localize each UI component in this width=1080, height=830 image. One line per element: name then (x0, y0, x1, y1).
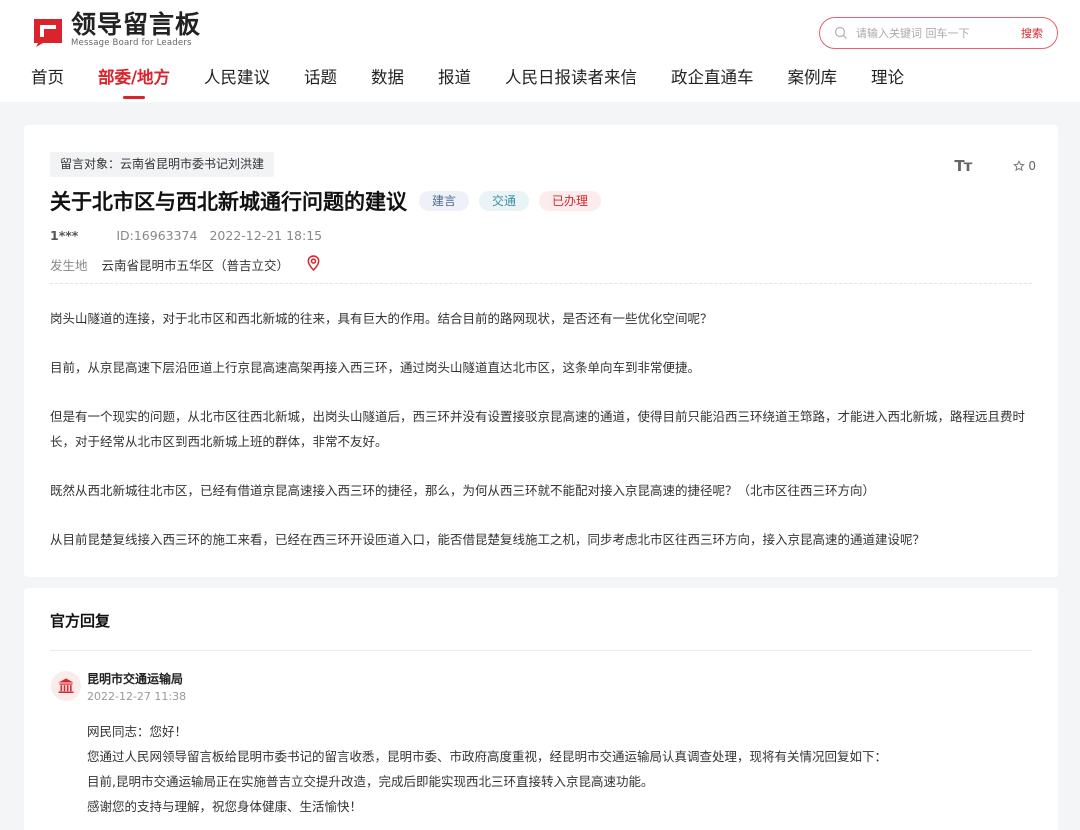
reply-line: 网民同志：您好！ (87, 724, 188, 739)
location-label: 发生地 (50, 258, 88, 273)
divider (50, 283, 1032, 284)
message-title: 关于北市区与西北新城通行问题的建议 (50, 190, 407, 214)
logo-subtitle: Message Board for Leaders (71, 38, 192, 48)
reply-section-title: 官方回复 (50, 612, 111, 630)
message-paragraph: 从目前昆楚复线接入西三环的施工来看，已经在西三环开设匝道入口，能否借昆楚复线施工… (50, 532, 926, 547)
tag-category[interactable]: 交通 (479, 191, 530, 211)
status-badge: 已办理 (539, 191, 602, 211)
map-pin-icon[interactable] (307, 255, 320, 274)
search-box: 搜索 (819, 17, 1058, 49)
nav-theory[interactable]: 理论 (871, 66, 904, 96)
favorite-button[interactable]: 0 (1013, 159, 1036, 173)
message-paragraph: 岗头山隧道的连接，对于北市区和西北新城的往来，具有巨大的作用。结合目前的路网现状… (50, 311, 713, 326)
nav-people-suggestions[interactable]: 人民建议 (204, 66, 270, 96)
nav-topics[interactable]: 话题 (304, 66, 337, 96)
reply-org-name: 昆明市交通运输局 (87, 672, 184, 686)
nav-case-library[interactable]: 案例库 (788, 66, 838, 96)
search-icon (834, 26, 848, 40)
nav-enterprise[interactable]: 政企直通车 (671, 66, 754, 96)
message-paragraph: 但是有一个现实的问题，从北市区往西北新城，出岗头山隧道后，西三环并没有设置接驳京… (50, 409, 1026, 449)
reply-line: 感谢您的支持与理解，祝您身体健康、生活愉快！ (87, 799, 363, 814)
star-icon (1013, 160, 1026, 172)
main-nav: 首页 部委/地方 人民建议 话题 数据 报道 人民日报读者来信 政企直通车 案例… (31, 66, 938, 96)
reply-body: 网民同志：您好！ 您通过人民网领导留言板给昆明市委书记的留言收悉，昆明市委、市政… (87, 719, 1032, 819)
title-row: 关于北市区与西北新城通行问题的建议 建言 交通 已办理 (50, 186, 611, 216)
message-id: ID:16963374 (116, 228, 198, 243)
site-logo[interactable]: 领导留言板 Message Board for Leaders (31, 12, 201, 49)
reply-line: 您通过人民网领导留言板给昆明市委书记的留言收悉，昆明市委、市政府高度重视，经昆明… (87, 749, 888, 764)
reply-card: 官方回复 昆明市交通运输局 2022-12-27 11:38 网民同志：您好！ … (24, 588, 1058, 830)
message-target: 留言对象：云南省昆明市委书记刘洪建 (50, 152, 275, 177)
nav-home[interactable]: 首页 (31, 66, 64, 96)
nav-data[interactable]: 数据 (371, 66, 404, 96)
message-location: 发生地 云南省昆明市五华区（普吉立交） (50, 255, 320, 274)
favorite-count: 0 (1028, 159, 1036, 173)
message-tools: Tт 0 (954, 157, 1036, 175)
message-card: 留言对象：云南省昆明市委书记刘洪建 Tт 0 关于北市区与西北新城通行问题的建议… (24, 125, 1058, 577)
nav-ministries-local[interactable]: 部委/地方 (98, 66, 170, 96)
logo-title: 领导留言板 (71, 10, 202, 39)
search-input[interactable] (856, 26, 1006, 40)
reply-datetime: 2022-12-27 11:38 (87, 690, 187, 703)
reply-line: 目前,昆明市交通运输局正在实施普吉立交提升改造，完成后即能实现西北三环直接转入京… (87, 774, 654, 789)
search-button[interactable]: 搜索 (1021, 25, 1043, 41)
location-value: 云南省昆明市五华区（普吉立交） (101, 258, 290, 273)
message-body: 岗头山隧道的连接，对于北市区和西北新城的往来，具有巨大的作用。结合目前的路网现状… (50, 306, 1032, 576)
site-header: 领导留言板 Message Board for Leaders 搜索 首页 部委… (0, 0, 1080, 102)
nav-reports[interactable]: 报道 (438, 66, 471, 96)
font-size-icon[interactable]: Tт (954, 157, 972, 175)
tag-type[interactable]: 建言 (419, 191, 470, 211)
message-meta: 1*** ID:16963374 2022-12-21 18:15 (50, 228, 322, 243)
government-building-icon (51, 671, 81, 701)
nav-reader-letters[interactable]: 人民日报读者来信 (505, 66, 637, 96)
message-paragraph: 目前，从京昆高速下层沿匝道上行京昆高速高架再接入西三环，通过岗头山隧道直达北市区… (50, 360, 701, 375)
author-name: 1*** (50, 228, 79, 243)
message-datetime: 2022-12-21 18:15 (209, 228, 323, 243)
logo-icon (31, 14, 65, 48)
message-paragraph: 既然从西北新城往北市区，已经有借道京昆高速接入西三环的捷径，那么，为何从西三环就… (50, 483, 876, 498)
divider (50, 650, 1032, 651)
